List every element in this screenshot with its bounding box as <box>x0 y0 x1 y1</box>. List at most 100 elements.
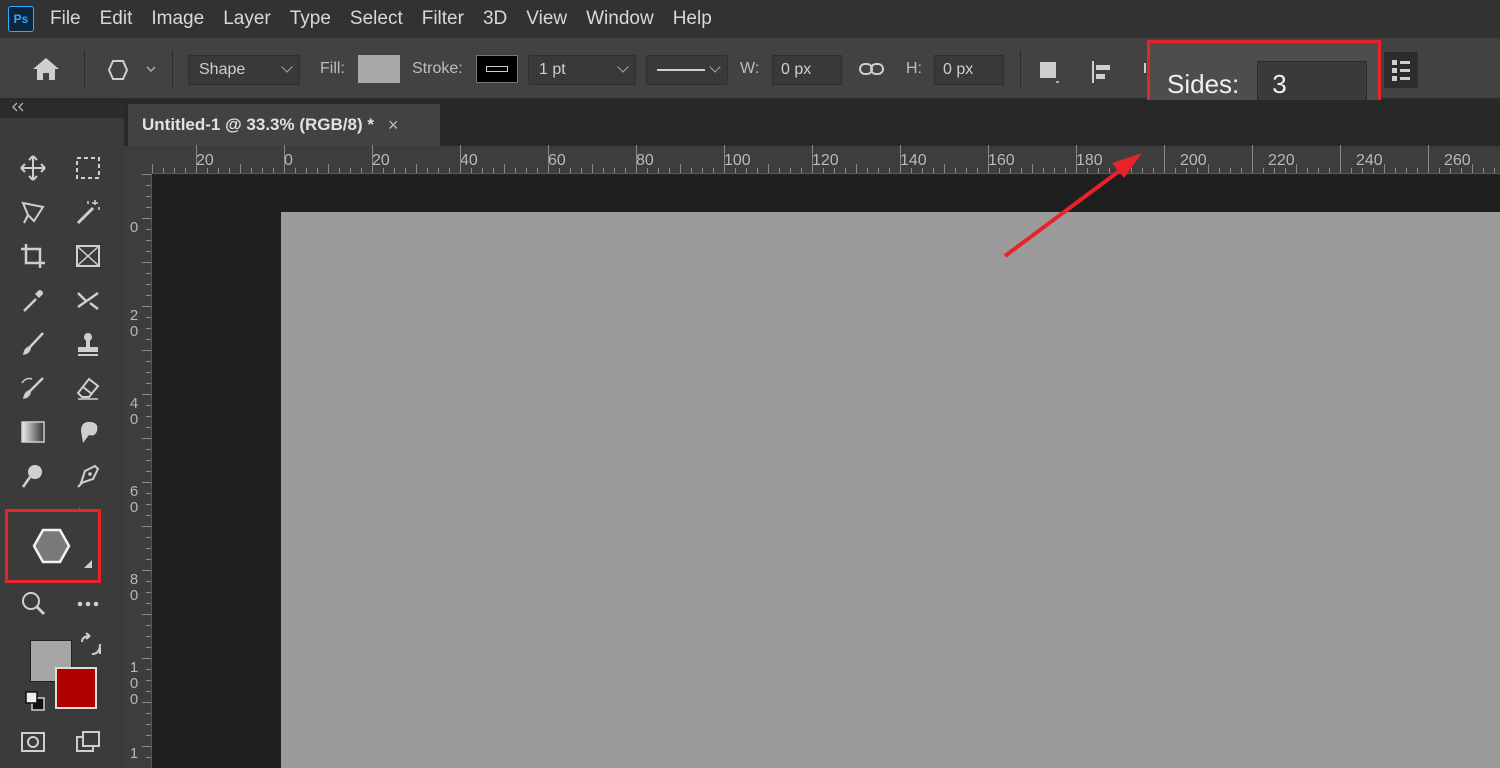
vertical-ruler[interactable]: 0 2 0 4 0 6 0 8 0 1 0 0 1 <box>124 174 152 768</box>
ruler-tick <box>1439 168 1440 173</box>
ruler-tick <box>548 145 549 173</box>
ruler-tick <box>1131 168 1132 173</box>
menu-item-window[interactable]: Window <box>586 8 654 30</box>
tool-mode-dropdown[interactable]: Shape <box>188 55 300 85</box>
quick-mask-icon[interactable] <box>13 722 53 762</box>
ruler-tick <box>1043 168 1044 173</box>
tool-preset-picker[interactable] <box>102 56 158 84</box>
menu-item-3d[interactable]: 3D <box>483 8 507 30</box>
menu-item-type[interactable]: Type <box>290 8 331 30</box>
ruler-tick <box>383 168 384 173</box>
more-tools-icon[interactable] <box>68 584 108 624</box>
chevron-down-icon <box>617 61 629 73</box>
eyedropper-icon[interactable] <box>13 280 53 320</box>
width-input[interactable]: 0 px <box>772 55 842 85</box>
menu-item-image[interactable]: Image <box>151 8 204 30</box>
ruler-tick <box>691 168 692 173</box>
ruler-corner[interactable] <box>124 146 152 174</box>
height-input[interactable]: 0 px <box>934 55 1004 85</box>
stroke-swatch[interactable] <box>476 55 518 83</box>
polygon-tool-highlight[interactable] <box>5 509 101 583</box>
close-icon[interactable]: × <box>388 115 399 136</box>
document-canvas[interactable] <box>281 212 1500 768</box>
horizontal-ruler[interactable]: 20 0 20 40 60 80 100 120 140 160 180 200… <box>152 145 1500 174</box>
screen-mode-icon[interactable] <box>68 722 108 762</box>
menu-item-filter[interactable]: Filter <box>422 8 464 30</box>
menu-item-select[interactable]: Select <box>350 8 403 30</box>
ruler-tick <box>146 185 151 186</box>
toolbar-collapse[interactable] <box>0 100 124 118</box>
default-colors-icon[interactable] <box>22 688 52 718</box>
pen-icon[interactable] <box>68 456 108 496</box>
ruler-tick <box>372 145 373 173</box>
ruler-tick <box>146 207 151 208</box>
gradient-icon[interactable] <box>13 412 53 452</box>
menu-item-view[interactable]: View <box>526 8 567 30</box>
swap-colors-icon[interactable] <box>76 632 106 662</box>
dodge-icon[interactable] <box>13 456 53 496</box>
ruler-tick <box>1329 168 1330 173</box>
healing-icon[interactable] <box>68 280 108 320</box>
menu-item-help[interactable]: Help <box>673 8 712 30</box>
ruler-tick <box>146 548 151 549</box>
history-brush-icon[interactable] <box>13 368 53 408</box>
stroke-type-dropdown[interactable] <box>646 55 728 85</box>
crop-icon[interactable] <box>13 236 53 276</box>
ruler-tick <box>493 168 494 173</box>
menu-item-file[interactable]: File <box>50 8 81 30</box>
home-icon[interactable] <box>30 54 62 84</box>
ruler-tick <box>658 168 659 173</box>
ruler-tick <box>801 168 802 173</box>
ruler-label: 6 0 <box>129 483 139 516</box>
document-title: Untitled-1 @ 33.3% (RGB/8) * <box>142 115 374 134</box>
zoom-icon[interactable] <box>13 584 53 624</box>
smudge-icon[interactable] <box>68 412 108 452</box>
move-icon[interactable] <box>13 148 53 188</box>
document-tab[interactable]: Untitled-1 @ 33.3% (RGB/8) * × <box>128 104 440 146</box>
ruler-label: 80 <box>636 152 654 169</box>
menu-item-layer[interactable]: Layer <box>223 8 271 30</box>
ruler-tick <box>955 168 956 173</box>
background-color-swatch[interactable] <box>55 667 97 709</box>
path-operations-icon[interactable] <box>1036 58 1064 86</box>
ruler-tick <box>142 526 151 527</box>
align-edges-icon[interactable] <box>1384 52 1418 88</box>
path-alignment-icon[interactable] <box>1088 58 1118 86</box>
brush-icon[interactable] <box>13 324 53 364</box>
ruler-tick <box>713 168 714 173</box>
ruler-tick <box>142 306 151 307</box>
ruler-tick <box>1175 168 1176 173</box>
ruler-tick <box>146 592 151 593</box>
eraser-icon[interactable] <box>68 368 108 408</box>
ruler-label: 200 <box>1180 152 1207 169</box>
ruler-tick <box>146 713 151 714</box>
magic-wand-icon[interactable] <box>68 192 108 232</box>
ruler-tick <box>146 735 151 736</box>
ruler-tick <box>146 625 151 626</box>
frame-icon[interactable] <box>68 236 108 276</box>
stamp-icon[interactable] <box>68 324 108 364</box>
ruler-tick <box>680 164 681 173</box>
ruler-tick <box>142 746 151 747</box>
ruler-tick <box>1461 168 1462 173</box>
link-icon[interactable] <box>858 60 886 78</box>
ruler-tick <box>636 145 637 173</box>
ruler-tick <box>1087 168 1088 173</box>
ruler-tick <box>1384 164 1385 173</box>
menu-item-edit[interactable]: Edit <box>100 8 133 30</box>
stroke-width-dropdown[interactable]: 1 pt <box>528 55 636 85</box>
ruler-tick <box>768 164 769 173</box>
ruler-tick <box>1307 168 1308 173</box>
ruler-tick <box>146 691 151 692</box>
ruler-tick <box>977 168 978 173</box>
fill-swatch[interactable] <box>358 55 400 83</box>
ruler-tick <box>306 168 307 173</box>
ruler-tick <box>1362 168 1363 173</box>
lasso-icon[interactable] <box>13 192 53 232</box>
rectangular-marquee-icon[interactable] <box>68 148 108 188</box>
ruler-tick <box>845 168 846 173</box>
ruler-label: 4 0 <box>129 395 139 428</box>
ruler-tick <box>146 196 151 197</box>
ruler-tick <box>438 168 439 173</box>
ruler-tick <box>146 669 151 670</box>
